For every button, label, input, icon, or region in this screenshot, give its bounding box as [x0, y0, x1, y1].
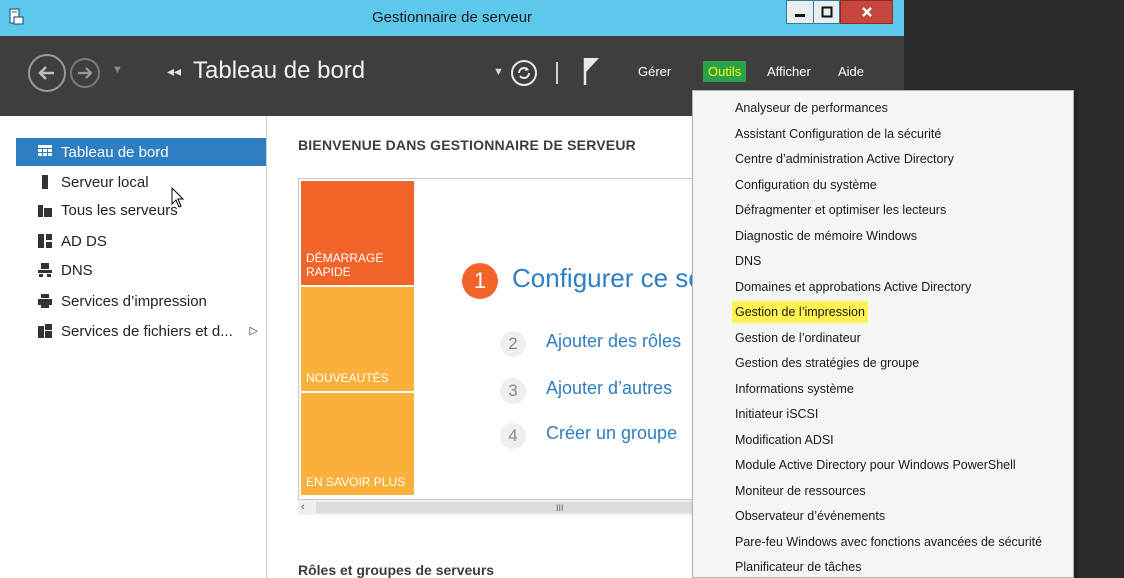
sidebar-item-label: Tous les serveurs [61, 201, 178, 219]
server-icon [42, 175, 48, 189]
sidebar-item-label: Tableau de bord [61, 143, 169, 161]
step-ajouter-serveurs-link[interactable]: Ajouter d’autres [546, 378, 672, 399]
menu-aide[interactable]: Aide [838, 64, 864, 79]
breadcrumb-arrows[interactable]: ◂◂ [167, 63, 181, 80]
back-button[interactable] [28, 54, 66, 92]
menu-afficher[interactable]: Afficher [767, 64, 811, 79]
toolbar-separator [556, 62, 558, 84]
tile-label: DÉMARRAGE RAPIDE [306, 251, 384, 279]
back-arrow-icon [38, 66, 54, 80]
menu-item-module-ad-powershell[interactable]: Module Active Directory pour Windows Pow… [735, 454, 1016, 476]
close-button[interactable] [840, 0, 893, 24]
breadcrumb-dropdown-icon[interactable]: ▼ [493, 66, 504, 78]
printer-icon [38, 294, 52, 308]
quick-start-panel: DÉMARRAGE RAPIDE NOUVEAUTÉS EN SAVOIR PL… [298, 178, 698, 515]
maximize-icon [821, 6, 832, 18]
window-title: Gestionnaire de serveur [371, 9, 533, 26]
sidebar-item-dns[interactable]: DNS [16, 256, 266, 284]
breadcrumb-title[interactable]: Tableau de bord [193, 57, 365, 85]
roles-section-title: Rôles et groupes de serveurs [298, 562, 495, 578]
tile-en-savoir-plus[interactable]: EN SAVOIR PLUS [301, 393, 414, 495]
title-bar[interactable]: Gestionnaire de serveur [0, 0, 904, 36]
step-ajouter-roles-link[interactable]: Ajouter des rôles [546, 331, 681, 352]
scroll-left-icon[interactable]: ‹ [301, 501, 305, 513]
menu-item-pare-feu[interactable]: Pare-feu Windows avec fonctions avancées… [735, 531, 1042, 553]
tile-demarrage-rapide[interactable]: DÉMARRAGE RAPIDE [301, 181, 414, 285]
menu-item-domaines-approbations[interactable]: Domaines et approbations Active Director… [735, 276, 971, 298]
step-configurer-link[interactable]: Configurer ce se [512, 263, 697, 294]
tile-label: EN SAVOIR PLUS [306, 475, 406, 489]
menu-item-configuration-systeme[interactable]: Configuration du système [735, 174, 877, 196]
sidebar-item-label: Serveur local [61, 173, 149, 191]
history-dropdown-icon[interactable]: ▼ [112, 64, 123, 76]
step-creer-groupe-link[interactable]: Créer un groupe [546, 423, 677, 444]
dashboard-icon [38, 145, 52, 156]
menu-item-planificateur-taches[interactable]: Planificateur de tâches [735, 556, 861, 578]
minimize-button[interactable] [786, 0, 814, 24]
chevron-right-icon[interactable]: ▷ [250, 324, 258, 337]
sidebar-item-ad-ds[interactable]: AD DS [16, 227, 266, 255]
scrollbar-thumb[interactable]: III [316, 502, 696, 513]
menu-outils[interactable]: Outils [703, 61, 747, 82]
menu-item-analyseur-performances[interactable]: Analyseur de performances [735, 97, 888, 119]
sidebar-item-label: Services d’impression [61, 292, 207, 310]
sidebar-item-serveur-local[interactable]: Serveur local [16, 168, 266, 196]
menu-item-assistant-configuration-securite[interactable]: Assistant Configuration de la sécurité [735, 123, 941, 145]
menu-item-gestion-ordinateur[interactable]: Gestion de l’ordinateur [735, 327, 861, 349]
step-number-badge: 3 [500, 378, 526, 404]
sidebar-item-label: AD DS [61, 232, 107, 250]
horizontal-scrollbar[interactable]: ‹ III [298, 499, 698, 515]
menu-item-gestion-impression[interactable]: Gestion de l’impression [732, 301, 868, 323]
welcome-title: BIENVENUE DANS GESTIONNAIRE DE SERVEUR [298, 137, 636, 153]
adds-icon [38, 234, 52, 248]
sidebar-item-tableau-de-bord[interactable]: Tableau de bord [16, 138, 266, 166]
menu-item-moniteur-ressources[interactable]: Moniteur de ressources [735, 480, 866, 502]
forward-button[interactable] [70, 58, 100, 88]
tile-label: NOUVEAUTÉS [306, 371, 389, 385]
menu-item-informations-systeme[interactable]: Informations système [735, 378, 854, 400]
servers-icon [38, 205, 52, 217]
sidebar-item-label: Services de fichiers et d... [61, 322, 233, 340]
tile-nouveautes[interactable]: NOUVEAUTÉS [301, 287, 414, 391]
step-number-badge: 4 [500, 423, 526, 449]
mouse-cursor-icon [171, 187, 185, 208]
sidebar-item-services-fichiers[interactable]: Services de fichiers et d... ▷ [16, 317, 266, 345]
menu-item-strategies-groupe[interactable]: Gestion des stratégies de groupe [735, 352, 919, 374]
step-number-badge: 2 [500, 331, 526, 357]
maximize-button[interactable] [813, 0, 840, 24]
menu-item-diagnostic-memoire[interactable]: Diagnostic de mémoire Windows [735, 225, 917, 247]
dns-icon [38, 263, 52, 277]
refresh-button[interactable] [511, 60, 537, 86]
notifications-flag-icon[interactable] [582, 56, 602, 86]
minimize-icon [795, 14, 805, 17]
menu-gerer[interactable]: Gérer [638, 64, 671, 79]
sidebar-item-services-impression[interactable]: Services d’impression [16, 287, 266, 315]
scrollbar-grip-icon: III [556, 503, 564, 513]
refresh-icon [518, 67, 530, 79]
sidebar-item-label: DNS [61, 261, 93, 279]
menu-item-dns[interactable]: DNS [735, 250, 761, 272]
outils-dropdown-menu: Analyseur de performances Assistant Conf… [692, 90, 1074, 578]
forward-arrow-icon [78, 67, 93, 79]
step-number-badge: 1 [462, 263, 498, 299]
menu-item-defragmenter[interactable]: Défragmenter et optimiser les lecteurs [735, 199, 946, 221]
menu-item-centre-administration-ad[interactable]: Centre d’administration Active Directory [735, 148, 954, 170]
menu-item-modification-adsi[interactable]: Modification ADSI [735, 429, 834, 451]
menu-item-observateur-evenements[interactable]: Observateur d’événements [735, 505, 885, 527]
file-services-icon [38, 324, 52, 338]
menu-item-initiateur-iscsi[interactable]: Initiateur iSCSI [735, 403, 818, 425]
close-icon [861, 7, 872, 17]
sidebar-item-tous-les-serveurs[interactable]: Tous les serveurs [16, 196, 266, 224]
